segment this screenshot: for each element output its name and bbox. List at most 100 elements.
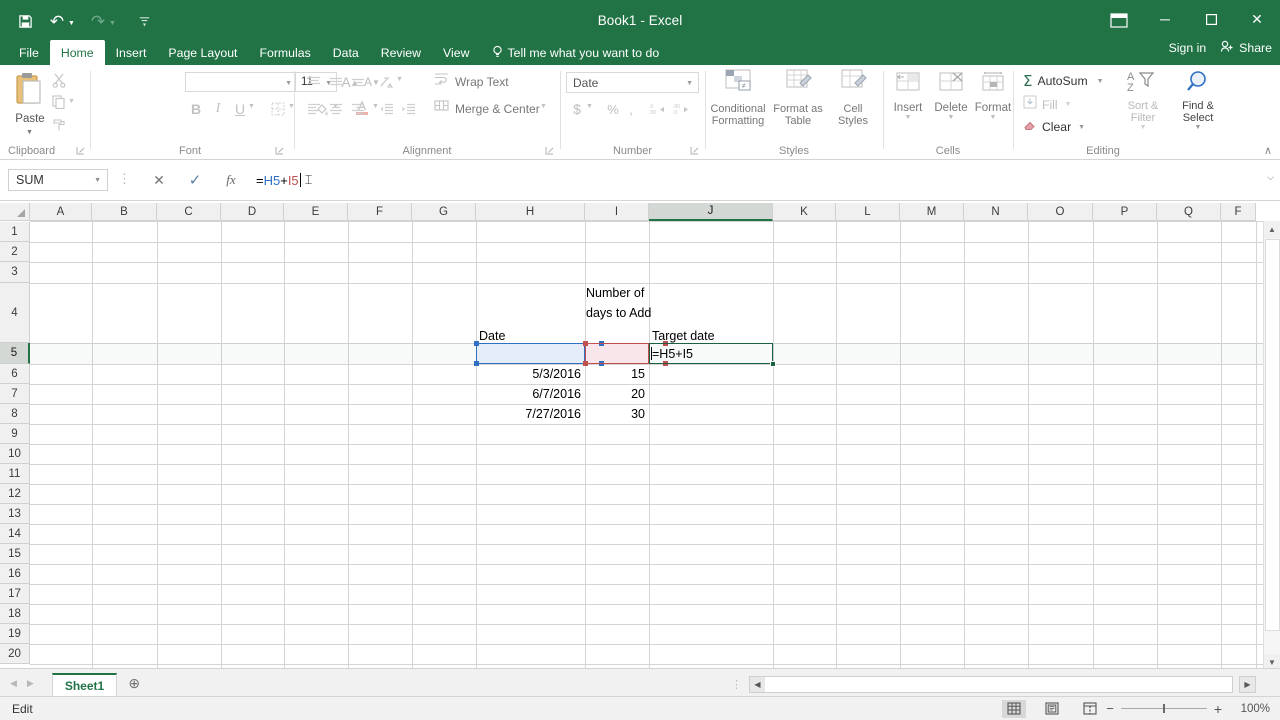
name-box-dropdown-icon[interactable]: ▼ [94, 177, 101, 184]
orientation-dropdown-icon[interactable]: ▼ [396, 76, 403, 83]
customize-quick-access-icon[interactable] [130, 8, 160, 34]
format-as-table-button[interactable]: Format as Table [771, 69, 825, 127]
column-header-d-3[interactable]: D [221, 203, 284, 221]
column-header-e-4[interactable]: E [284, 203, 348, 221]
redo-dropdown-icon[interactable]: ▼ [109, 20, 116, 27]
cell-i8[interactable]: 30 [586, 404, 648, 424]
column-header-j-9[interactable]: J [649, 203, 773, 221]
insert-cells-dropdown-icon[interactable]: ▼ [889, 114, 927, 121]
active-cell-border-j5[interactable] [649, 343, 773, 364]
ribbon-display-options-icon[interactable] [1108, 10, 1130, 30]
undo-dropdown-icon[interactable]: ▼ [68, 20, 75, 27]
tab-view[interactable]: View [432, 40, 480, 65]
alignment-dialog-launcher[interactable] [545, 146, 554, 157]
autosum-dropdown-icon[interactable]: ▼ [1097, 78, 1104, 85]
number-dialog-launcher[interactable] [690, 146, 699, 157]
align-middle-icon[interactable] [326, 72, 346, 92]
align-center-icon[interactable] [326, 99, 346, 119]
name-box[interactable]: SUM ▼ [8, 169, 108, 191]
align-top-icon[interactable] [304, 72, 324, 92]
row-header-14[interactable]: 14 [0, 524, 30, 544]
decrease-indent-icon[interactable] [376, 99, 396, 119]
delete-cells-button[interactable]: Delete ▼ [931, 71, 971, 121]
column-header-n-13[interactable]: N [964, 203, 1028, 221]
fill-button[interactable]: Fill ▼ [1023, 95, 1072, 114]
scroll-left-button[interactable]: ◀ [750, 677, 765, 692]
row-header-17[interactable]: 17 [0, 584, 30, 604]
cancel-formula-icon[interactable]: ✕ [146, 169, 172, 191]
row-header-16[interactable]: 16 [0, 564, 30, 584]
tab-data[interactable]: Data [322, 40, 370, 65]
cell-i7[interactable]: 20 [586, 384, 648, 404]
decrease-decimal-icon[interactable]: .0.00 [646, 99, 668, 119]
normal-view-icon[interactable] [1002, 699, 1026, 718]
page-break-view-icon[interactable] [1078, 700, 1102, 718]
font-name-input[interactable]: ▼ [185, 72, 297, 92]
row-header-11[interactable]: 11 [0, 464, 30, 484]
cell-styles-button[interactable]: Cell Styles [829, 69, 877, 127]
cell-j4[interactable]: Target date [650, 283, 772, 343]
tab-page-layout[interactable]: Page Layout [157, 40, 248, 65]
tab-insert[interactable]: Insert [105, 40, 158, 65]
tab-home[interactable]: Home [49, 40, 105, 65]
previous-sheet-button[interactable]: ◀ [10, 678, 17, 689]
find-select-button[interactable]: Find & Select ▼ [1171, 69, 1225, 131]
conditional-formatting-button[interactable]: ≠ Conditional Formatting [709, 69, 767, 127]
zoom-slider[interactable]: − + [1106, 701, 1222, 717]
zoom-thumb[interactable] [1162, 704, 1165, 713]
increase-indent-icon[interactable] [398, 99, 418, 119]
column-header-m-12[interactable]: M [900, 203, 964, 221]
clear-dropdown-icon[interactable]: ▼ [1078, 124, 1085, 131]
tab-review[interactable]: Review [370, 40, 432, 65]
sort-filter-button[interactable]: AZ Sort & Filter ▼ [1117, 69, 1169, 131]
column-header-f-17[interactable]: F [1221, 203, 1256, 221]
select-all-button[interactable] [0, 203, 30, 221]
row-header-7[interactable]: 7 [0, 384, 30, 404]
save-icon[interactable] [10, 8, 40, 34]
column-header-l-11[interactable]: L [836, 203, 900, 221]
column-header-o-14[interactable]: O [1028, 203, 1093, 221]
scroll-right-button[interactable]: ▶ [1239, 676, 1256, 693]
column-header-h-7[interactable]: H [476, 203, 585, 221]
column-header-k-10[interactable]: K [773, 203, 836, 221]
format-cells-dropdown-icon[interactable]: ▼ [973, 114, 1013, 121]
cell-h6[interactable]: 5/3/2016 [477, 364, 584, 384]
sign-in-link[interactable]: Sign in [1169, 41, 1207, 55]
next-sheet-button[interactable]: ▶ [27, 678, 34, 689]
orientation-icon[interactable] [376, 72, 396, 92]
formula-bar-grip[interactable]: ⋮ [118, 171, 133, 187]
bold-button[interactable]: B [186, 99, 206, 119]
underline-dropdown-icon[interactable]: ▼ [248, 103, 255, 110]
merge-center-button[interactable]: Merge & Center [434, 99, 540, 118]
column-header-b-1[interactable]: B [92, 203, 157, 221]
maximize-button[interactable] [1188, 0, 1234, 38]
row-header-10[interactable]: 10 [0, 444, 30, 464]
cell-h7[interactable]: 6/7/2016 [477, 384, 584, 404]
paste-icon[interactable] [14, 71, 46, 111]
fill-dropdown-icon[interactable]: ▼ [1065, 101, 1072, 108]
row-header-12[interactable]: 12 [0, 484, 30, 504]
cell-i6[interactable]: 15 [586, 364, 648, 384]
column-header-a-0[interactable]: A [30, 203, 92, 221]
comma-format-button[interactable]: , [624, 99, 638, 119]
row-header-9[interactable]: 9 [0, 424, 30, 444]
minimize-button[interactable]: ─ [1142, 0, 1188, 38]
row-header-1[interactable]: 1 [0, 222, 30, 242]
reference-handle[interactable] [583, 361, 588, 366]
row-header-18[interactable]: 18 [0, 604, 30, 624]
reference-handle[interactable] [583, 341, 588, 346]
cell-h4[interactable]: Date [477, 283, 584, 343]
accounting-format-button[interactable]: $ [568, 99, 586, 119]
font-dialog-launcher[interactable] [275, 146, 284, 157]
tab-split-handle[interactable]: ⋮ [731, 678, 743, 691]
enter-formula-icon[interactable]: ✓ [182, 169, 208, 191]
align-right-icon[interactable] [348, 99, 368, 119]
column-header-i-8[interactable]: I [585, 203, 649, 221]
vertical-scroll-thumb[interactable] [1265, 239, 1280, 631]
tab-formulas[interactable]: Formulas [248, 40, 321, 65]
collapse-ribbon-icon[interactable]: ∧ [1264, 144, 1272, 157]
tab-file[interactable]: File [8, 40, 50, 65]
horizontal-scrollbar[interactable]: ◀ [749, 676, 1233, 693]
reference-handle[interactable] [474, 361, 479, 366]
row-header-3[interactable]: 3 [0, 262, 30, 283]
